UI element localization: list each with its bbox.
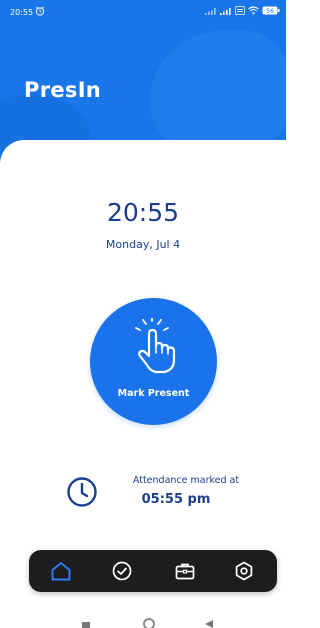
clock-icon bbox=[67, 477, 97, 507]
tap-hand-icon bbox=[135, 318, 176, 374]
battery-level: 56 bbox=[266, 8, 274, 15]
alarm-icon bbox=[35, 6, 45, 16]
app-header: 20:55 56 PresIn bbox=[0, 0, 286, 163]
battery-icon: 56 bbox=[262, 6, 280, 15]
app-title: PresIn bbox=[24, 78, 102, 102]
back-icon[interactable] bbox=[205, 620, 213, 628]
settings-icon[interactable] bbox=[232, 559, 256, 583]
current-time: 20:55 bbox=[106, 198, 180, 227]
status-icons: 56 bbox=[205, 6, 280, 15]
attendance-time: 05:55 pm bbox=[141, 492, 211, 507]
app-screen: 20:55 56 PresIn 20:55 Monday, Jul 4 Mark… bbox=[0, 0, 286, 628]
home-icon[interactable] bbox=[49, 559, 73, 583]
signal-icon bbox=[205, 7, 216, 15]
mark-present-button[interactable]: Mark Present bbox=[90, 298, 217, 425]
current-date: Monday, Jul 4 bbox=[105, 238, 181, 251]
wifi-icon bbox=[248, 6, 259, 15]
status-time: 20:55 bbox=[10, 8, 34, 17]
home-button-icon[interactable] bbox=[143, 618, 155, 628]
volte-icon bbox=[235, 6, 245, 15]
mark-present-label: Mark Present bbox=[117, 388, 190, 399]
briefcase-icon[interactable] bbox=[173, 559, 197, 583]
signal-icon bbox=[220, 7, 231, 15]
bottom-nav bbox=[29, 550, 277, 592]
system-nav-bar bbox=[0, 612, 286, 628]
status-bar: 20:55 56 bbox=[0, 0, 286, 26]
recent-apps-icon[interactable] bbox=[82, 622, 90, 628]
attendance-label: Attendance marked at bbox=[132, 475, 240, 486]
check-circle-icon[interactable] bbox=[110, 559, 134, 583]
